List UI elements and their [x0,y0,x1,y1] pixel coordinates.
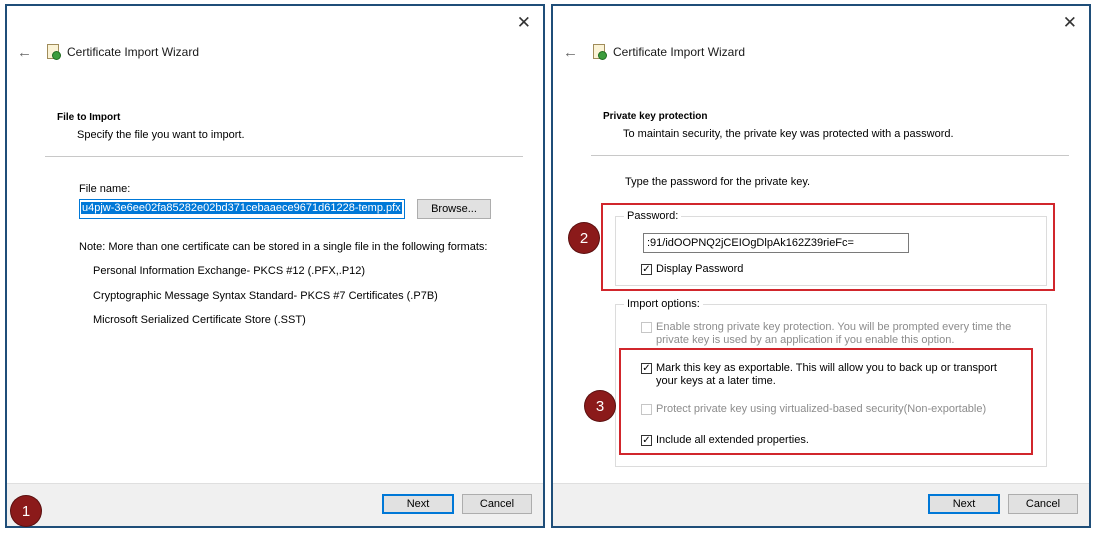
format-item: Cryptographic Message Syntax Standard- P… [93,290,438,302]
file-name-value: u4pjw-3e6ee02fa85282e02bd371cebaaece9671… [81,202,402,214]
section-title: Private key protection [603,111,708,122]
step-badge-2: 2 [569,223,599,253]
file-name-input[interactable]: u4pjw-3e6ee02fa85282e02bd371cebaaece9671… [79,199,405,219]
cancel-button[interactable]: Cancel [1008,494,1078,514]
import-options-label: Import options: [624,298,703,310]
next-button[interactable]: Next [928,494,1000,514]
step-badge-3: 3 [585,391,615,421]
checkbox-unchecked-icon[interactable] [641,322,652,333]
back-arrow-icon[interactable]: ← [563,44,583,61]
certificate-icon [591,44,607,60]
wizard-title: Certificate Import Wizard [613,45,746,59]
section-description: Specify the file you want to import. [77,129,245,141]
wizard-header: ← Certificate Import Wizard [563,40,745,64]
divider [591,155,1069,156]
highlight-box-options [619,348,1033,455]
section-title: File to Import [57,112,121,123]
section-description: To maintain security, the private key wa… [623,128,954,140]
format-item: Microsoft Serialized Certificate Store (… [93,314,306,326]
wizard-title: Certificate Import Wizard [67,45,200,59]
close-icon[interactable]: ✕ [517,14,531,31]
next-button[interactable]: Next [382,494,454,514]
browse-button[interactable]: Browse... [417,199,491,219]
wizard-footer: Next Cancel [7,483,543,526]
step-badge-1: 1 [11,496,41,526]
divider [45,156,523,157]
certificate-icon [45,44,61,60]
formats-note: Note: More than one certificate can be s… [79,241,488,253]
wizard-window-private-key-protection: ✕ ← Certificate Import Wizard Private ke… [551,4,1091,528]
strong-protection-label: Enable strong private key protection. Yo… [656,321,1012,346]
back-arrow-icon[interactable]: ← [17,44,37,61]
cancel-button[interactable]: Cancel [462,494,532,514]
close-icon[interactable]: ✕ [1063,14,1077,31]
format-item: Personal Information Exchange- PKCS #12 … [93,265,366,277]
strong-protection-checkbox[interactable]: Enable strong private key protection. Yo… [641,321,1021,347]
wizard-footer: Next Cancel [553,483,1089,526]
wizard-header: ← Certificate Import Wizard [17,40,199,64]
password-prompt: Type the password for the private key. [625,176,811,188]
highlight-box-password [601,203,1055,291]
file-name-label: File name: [79,183,131,195]
wizard-window-file-to-import: ✕ ← Certificate Import Wizard File to Im… [5,4,545,528]
